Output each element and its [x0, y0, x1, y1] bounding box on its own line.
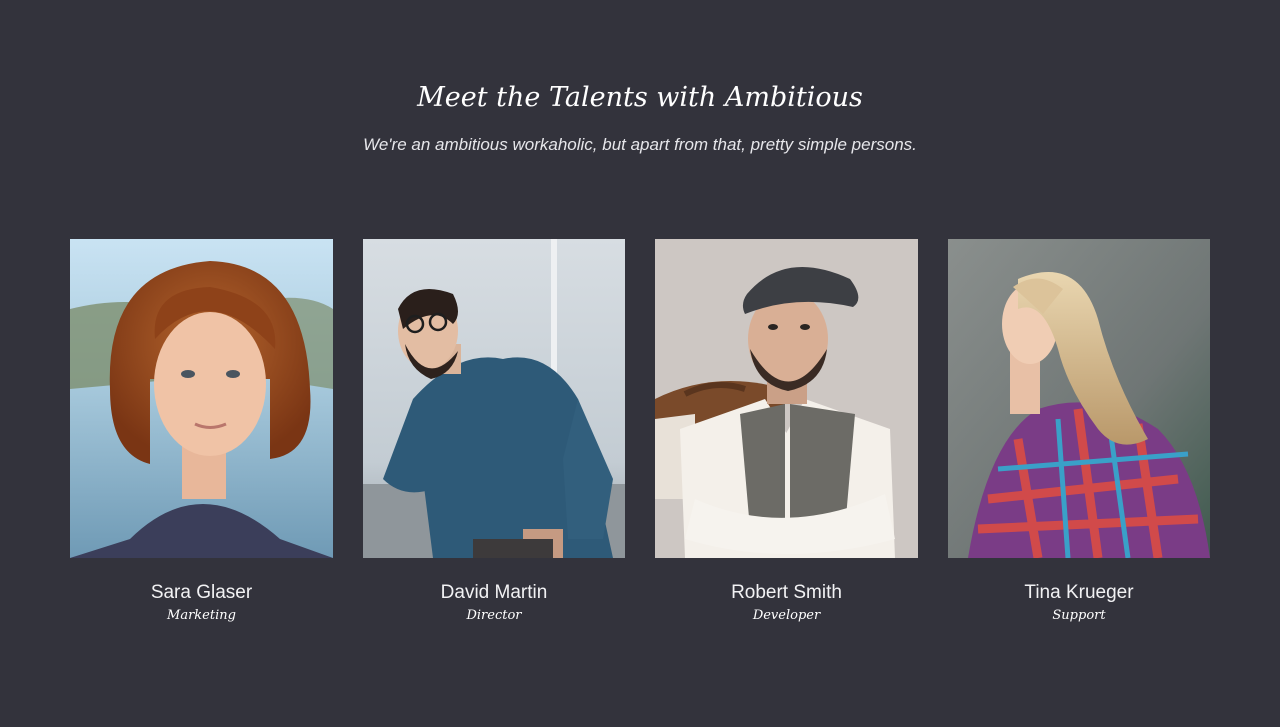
section-subtitle: We're an ambitious workaholic, but apart… [363, 135, 917, 154]
member-role: Developer [752, 608, 821, 623]
member-photo[interactable] [655, 239, 918, 558]
member-name: Sara Glaser [150, 582, 253, 603]
member-name: Robert Smith [731, 582, 842, 603]
member-role: Marketing [167, 608, 236, 623]
portrait-image [948, 239, 1210, 558]
team-member-card: Tina Krueger Support [948, 239, 1210, 639]
section-title: Meet the Talents with Ambitious [417, 82, 863, 113]
member-name: Tina Krueger [1024, 582, 1134, 603]
member-role: Support [1052, 608, 1106, 623]
portrait-image [655, 239, 918, 558]
member-name: David Martin [440, 582, 548, 603]
portrait-image [70, 239, 333, 558]
team-grid: Sara Glaser Marketing David Martin Direc… [70, 239, 1210, 639]
team-section: Meet the Talents with Ambitious We're an… [0, 0, 1280, 727]
member-role: Director [466, 608, 522, 623]
member-photo[interactable] [948, 239, 1210, 558]
team-member-card: Robert Smith Developer [655, 239, 918, 639]
team-member-card: David Martin Director [363, 239, 625, 639]
team-member-card: Sara Glaser Marketing [70, 239, 333, 639]
member-photo[interactable] [70, 239, 333, 558]
portrait-image [363, 239, 625, 558]
member-photo[interactable] [363, 239, 625, 558]
